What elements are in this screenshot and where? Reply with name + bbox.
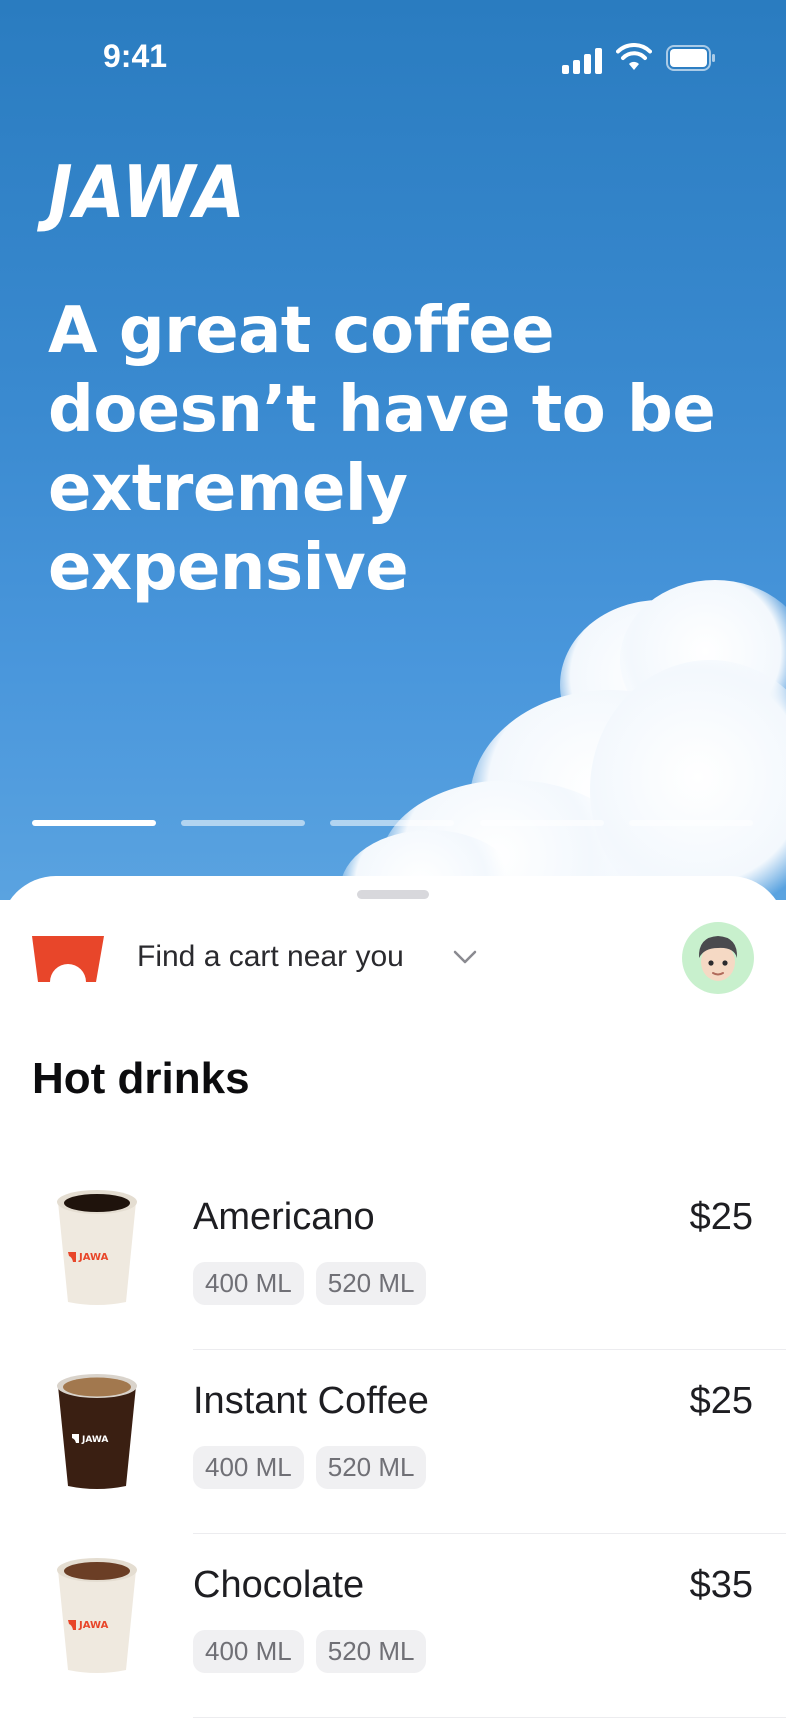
wifi-icon — [616, 43, 652, 70]
user-avatar[interactable] — [682, 922, 754, 994]
product-price: $25 — [689, 1196, 753, 1238]
product-row-chocolate[interactable]: JAWA Chocolate $35 400 ML 520 ML — [0, 1534, 786, 1718]
size-option-chip[interactable]: 400 ML — [193, 1630, 304, 1673]
hero-banner: 9:41 JAWA A great coffee doesn’t have to… — [0, 0, 786, 900]
battery-icon — [666, 45, 715, 71]
product-row-instant-coffee[interactable]: JAWA Instant Coffee $25 400 ML 520 ML — [0, 1350, 786, 1534]
product-row-americano[interactable]: JAWA Americano $25 400 ML 520 ML — [0, 1166, 786, 1350]
hero-headline: A great coffee doesn’t have to be extrem… — [48, 294, 716, 605]
chevron-down-icon[interactable] — [452, 944, 478, 970]
pager-dot[interactable] — [480, 820, 604, 826]
pager-dot[interactable] — [181, 820, 305, 826]
size-option-chip[interactable]: 400 ML — [193, 1446, 304, 1489]
svg-text:JAWA: JAWA — [81, 1435, 108, 1445]
size-option-chip[interactable]: 400 ML — [193, 1262, 304, 1305]
paper-cup-americano-icon: JAWA — [57, 1190, 137, 1305]
carousel-pager[interactable] — [32, 820, 754, 826]
paper-cup-chocolate-icon: JAWA — [57, 1558, 137, 1673]
section-title-hot-drinks: Hot drinks — [32, 1054, 250, 1103]
size-option-chip[interactable]: 520 ML — [315, 1262, 427, 1305]
pager-dot[interactable] — [629, 820, 753, 826]
sheet-grabber-handle[interactable] — [357, 890, 429, 899]
product-name: Americano — [193, 1196, 375, 1238]
svg-text:JAWA: JAWA — [78, 1252, 109, 1263]
cart-logo-icon — [32, 936, 104, 982]
product-name: Chocolate — [193, 1564, 365, 1606]
cellular-signal-icon — [562, 46, 604, 74]
size-option-chip[interactable]: 520 ML — [315, 1446, 427, 1489]
brand-logo: JAWA — [48, 150, 246, 234]
product-name: Instant Coffee — [193, 1380, 429, 1422]
memoji-face-icon — [698, 936, 738, 981]
clear-cup-instant-coffee-icon: JAWA — [57, 1374, 137, 1489]
product-price: $25 — [689, 1380, 753, 1422]
svg-text:JAWA: JAWA — [78, 1620, 109, 1631]
bottom-sheet: Find a cart near you Hot drinks JAWA Ame… — [0, 876, 786, 1718]
pager-dot[interactable] — [330, 820, 454, 826]
pager-dot-active[interactable] — [32, 820, 156, 826]
status-bar: 9:41 — [0, 0, 786, 110]
size-option-chip[interactable]: 520 ML — [315, 1630, 427, 1673]
status-time: 9:41 — [103, 38, 168, 74]
find-cart-dropdown[interactable]: Find a cart near you — [137, 940, 404, 974]
product-price: $35 — [689, 1564, 753, 1606]
